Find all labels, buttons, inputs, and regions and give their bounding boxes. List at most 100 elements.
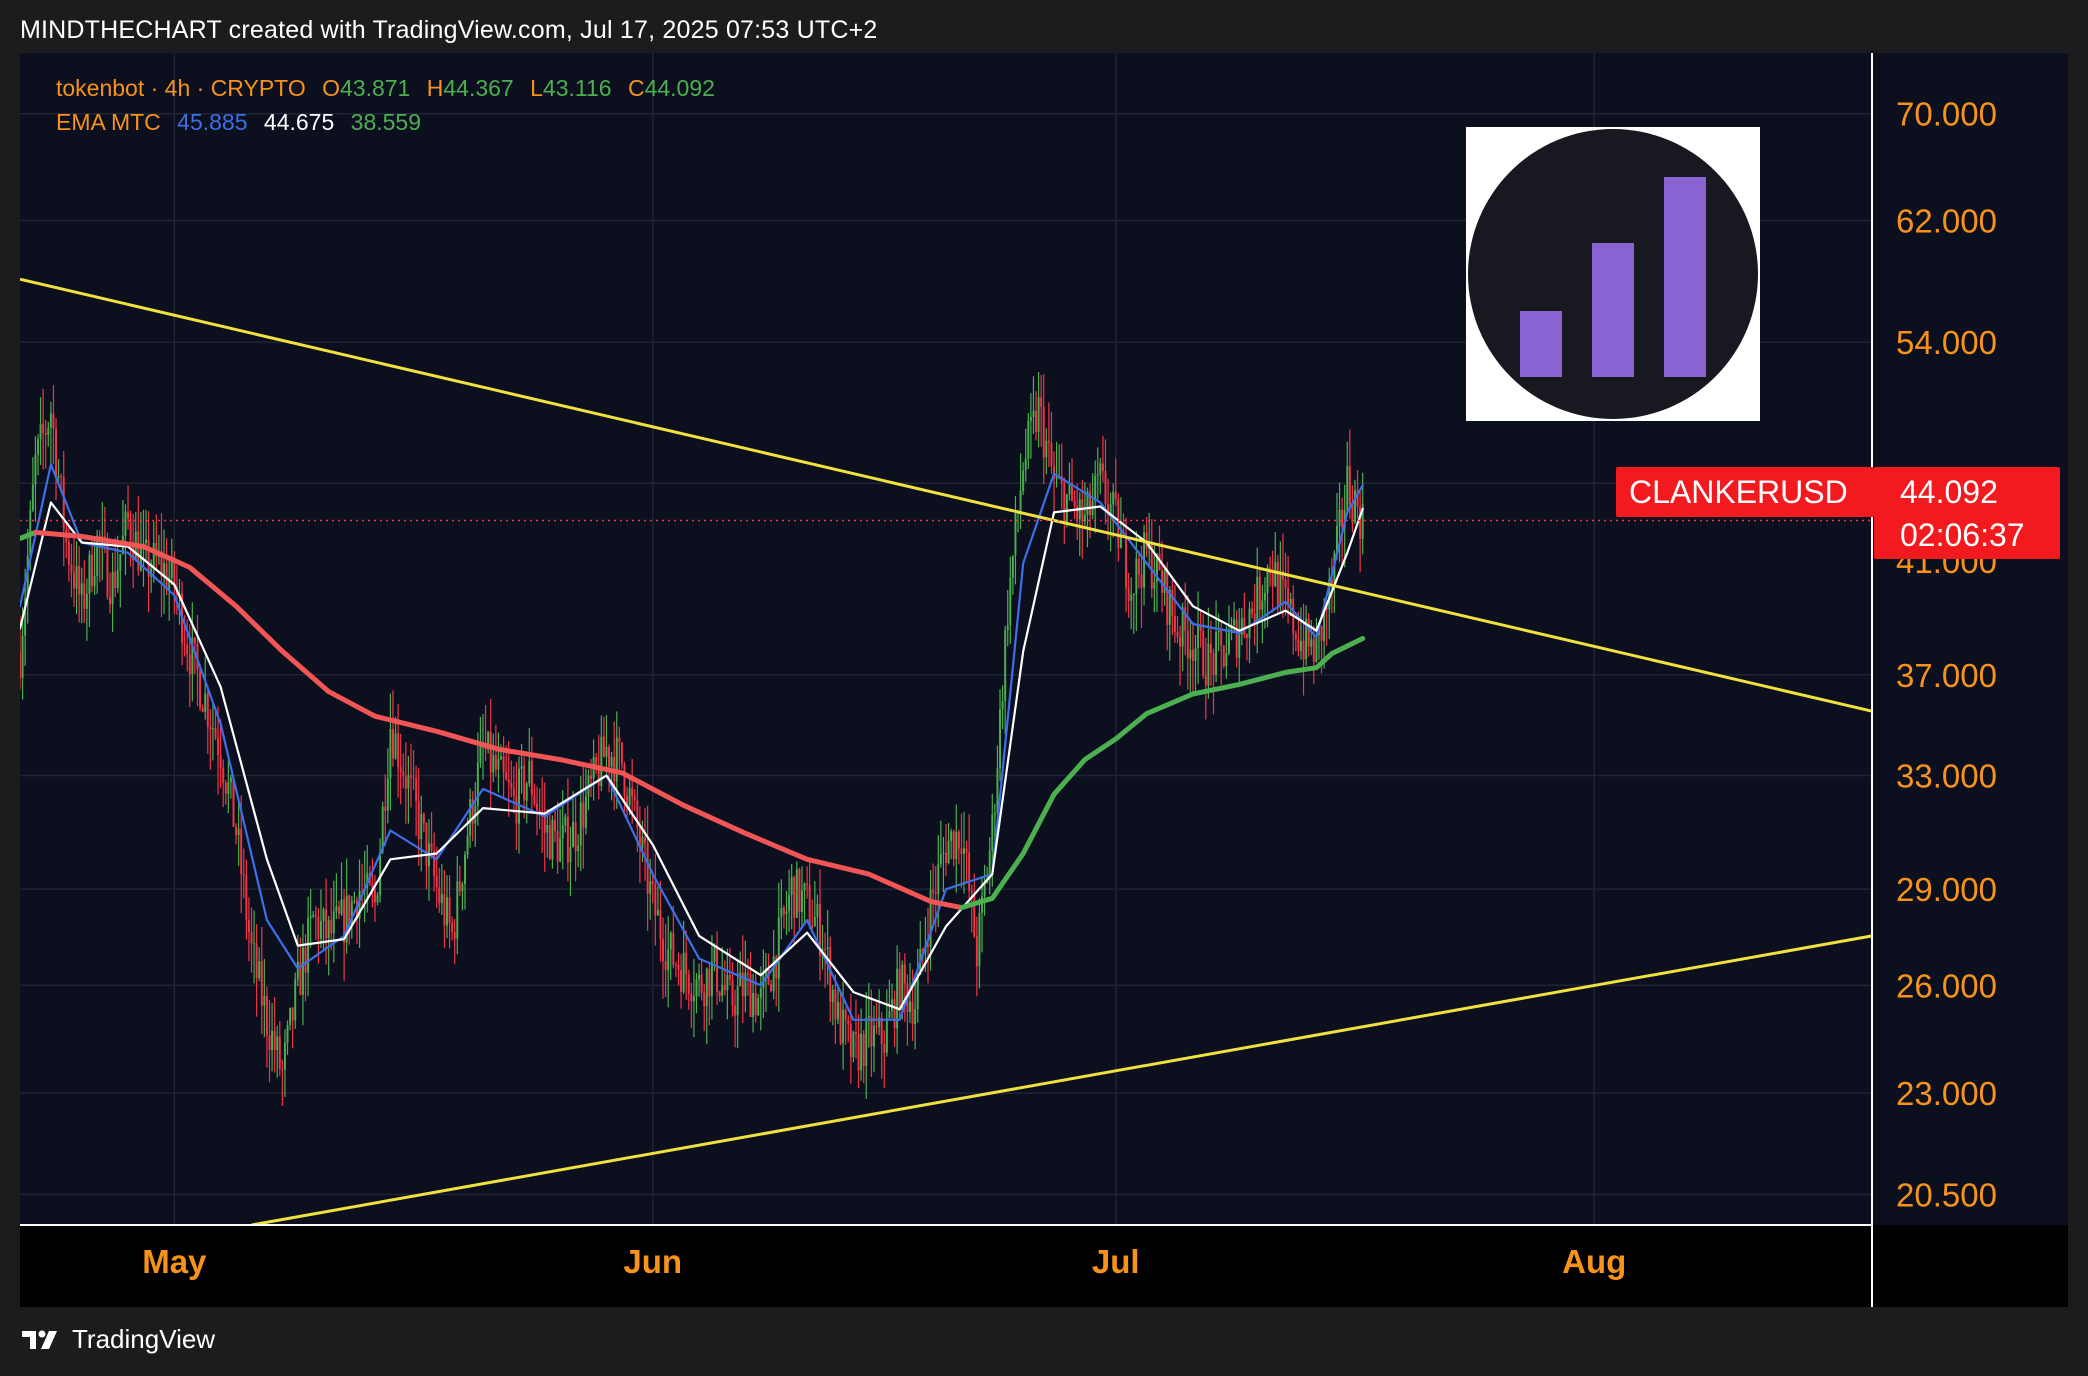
candle-body [811, 925, 814, 927]
candle-body [849, 1024, 852, 1058]
candle-body [981, 895, 983, 913]
legend-ema-mid: 44.675 [263, 109, 335, 135]
legend-low: 43.116 [542, 75, 612, 101]
candle-body [1042, 406, 1045, 458]
candle-body [109, 596, 112, 605]
candle-body [469, 799, 472, 836]
y-tick-label: 23.000 [1896, 1075, 1997, 1112]
candle-body [379, 851, 382, 895]
candle-body [718, 991, 721, 996]
candle-body [952, 831, 955, 860]
candle-body [301, 947, 304, 995]
candle-body [250, 932, 253, 944]
candle-body [217, 737, 220, 756]
candle-body [885, 1018, 888, 1053]
candle-body [1176, 631, 1179, 637]
x-tick-label: Jul [1092, 1243, 1140, 1280]
candle-body [862, 1033, 865, 1066]
legend-low-label: L [530, 75, 543, 101]
x-tick-label: Aug [1562, 1243, 1626, 1280]
candle-body [700, 974, 703, 993]
candle-body [209, 726, 212, 730]
candle-body [93, 575, 96, 587]
candle-body [1101, 463, 1104, 472]
candle-body [289, 1007, 292, 1025]
candle-body [955, 831, 958, 860]
candle-body [898, 968, 901, 1011]
candle-body [268, 1035, 271, 1051]
candle-body [746, 972, 749, 975]
candle-body [824, 948, 827, 950]
candle-body [564, 816, 567, 826]
candle-body [708, 968, 711, 997]
candle-body [512, 788, 515, 796]
candle-body [497, 759, 500, 770]
price-chart-svg[interactable]: 70.00062.00054.00046.00037.00033.00029.0… [20, 53, 2068, 1307]
candle-body [695, 979, 698, 997]
candle-body [247, 919, 250, 933]
candle-body [353, 900, 356, 902]
candle-body [559, 838, 562, 862]
candle-body [731, 979, 734, 1006]
candle-body [1271, 573, 1274, 586]
candle-body [37, 439, 39, 455]
candle-body [407, 775, 410, 789]
chart-area[interactable]: 70.00062.00054.00046.00037.00033.00029.0… [20, 53, 2068, 1307]
candle-body [67, 541, 70, 565]
candle-body [644, 836, 647, 843]
candle-body [649, 880, 652, 894]
candle-body [1132, 593, 1135, 595]
candle-body [834, 989, 837, 1020]
candle-body [1153, 581, 1156, 589]
candle-body [685, 952, 688, 975]
candle-body [703, 992, 706, 1007]
candle-body [47, 427, 50, 435]
candle-body [914, 1009, 917, 1025]
candle-body [536, 803, 538, 810]
candle-body [199, 669, 202, 708]
candle-body [932, 890, 935, 893]
candle-body [1294, 633, 1297, 640]
candle-body [911, 1001, 914, 1025]
footer-brand[interactable]: TradingView [22, 1324, 215, 1355]
candle-body [145, 539, 148, 544]
candle-body [991, 814, 994, 852]
candle-body [42, 424, 45, 433]
candle-body [528, 760, 531, 784]
candle-body [945, 852, 947, 864]
candle-body [456, 881, 459, 939]
candle-body [281, 1068, 284, 1070]
candle-body [1287, 588, 1290, 605]
candle-body [1258, 576, 1261, 610]
candle-body [546, 825, 549, 833]
candle-body [1004, 630, 1007, 702]
candle-body [417, 801, 420, 840]
candle-body [458, 881, 461, 892]
candle-body [780, 907, 783, 918]
candle-body [335, 906, 338, 912]
candle-body [296, 961, 299, 980]
candle-body [127, 511, 130, 519]
candle-body [939, 854, 942, 864]
candle-body [692, 996, 695, 1002]
candle-body [312, 914, 315, 917]
candle-body [1235, 619, 1238, 658]
candle-body [489, 732, 492, 773]
candle-body [1302, 640, 1305, 660]
candle-body [1197, 624, 1200, 648]
candle-body [422, 813, 425, 824]
candle-body [744, 972, 747, 997]
candle-body [340, 899, 343, 914]
candle-body [515, 795, 518, 824]
y-tick-label: 20.500 [1896, 1176, 1997, 1213]
candle-body [1022, 470, 1025, 491]
candle-body [325, 909, 328, 939]
candle-body [21, 635, 24, 679]
candle-body [572, 821, 575, 848]
candle-body [492, 754, 495, 773]
candle-body [111, 571, 114, 605]
candle-body [129, 518, 132, 544]
candle-body [782, 907, 785, 915]
candle-body [242, 874, 245, 876]
y-tick-label: 54.000 [1896, 324, 1997, 361]
